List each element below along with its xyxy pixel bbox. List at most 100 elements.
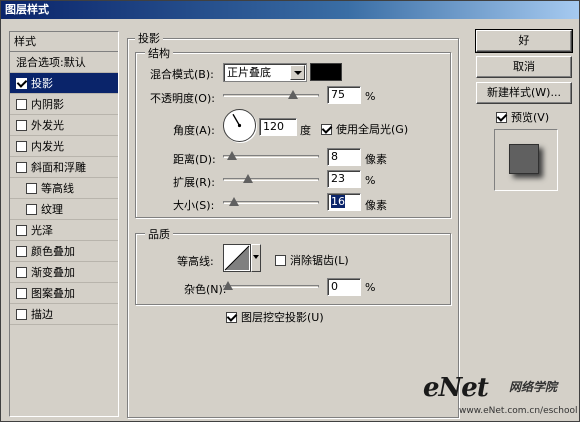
sidebar-item-label: 描边 xyxy=(31,308,53,321)
spread-input[interactable]: 23 xyxy=(327,170,361,188)
noise-slider-track xyxy=(223,285,319,288)
sidebar-item[interactable]: 颜色叠加 xyxy=(10,241,118,262)
quality-title: 品质 xyxy=(145,226,173,242)
global-light-label: 使用全局光(G) xyxy=(336,123,409,136)
preview-checkbox[interactable]: 预览(V) xyxy=(496,109,549,125)
sidebar-item-checkbox[interactable] xyxy=(16,99,27,110)
spread-unit: % xyxy=(365,174,376,187)
sidebar-item-checkbox[interactable] xyxy=(16,246,27,257)
sidebar-item[interactable]: 斜面和浮雕 xyxy=(10,157,118,178)
style-preview xyxy=(494,129,558,191)
sidebar-item-checkbox[interactable] xyxy=(26,183,37,194)
ok-button[interactable]: 好 xyxy=(475,29,573,53)
shadow-color-swatch[interactable] xyxy=(310,63,342,81)
sidebar-item-label: 纹理 xyxy=(41,203,63,216)
sidebar-item[interactable]: 内阴影 xyxy=(10,94,118,115)
chevron-down-icon xyxy=(253,255,259,259)
sidebar-item-label: 等高线 xyxy=(41,182,74,195)
opacity-slider-track xyxy=(223,94,319,97)
styles-list: 混合选项:默认投影内阴影外发光内发光斜面和浮雕等高线纹理光泽颜色叠加渐变叠加图案… xyxy=(10,52,118,325)
opacity-unit: % xyxy=(365,90,376,103)
sidebar-item[interactable]: 投影 xyxy=(10,73,118,94)
drop-shadow-title: 投影 xyxy=(135,30,163,46)
blend-mode-select[interactable]: 正片叠底 xyxy=(223,63,307,82)
sidebar-item[interactable]: 混合选项:默认 xyxy=(10,52,118,73)
distance-slider[interactable] xyxy=(223,151,319,163)
opacity-input[interactable]: 75 xyxy=(327,86,361,104)
sidebar-item-label: 混合选项:默认 xyxy=(16,56,86,69)
spread-slider-thumb[interactable] xyxy=(242,174,253,183)
noise-slider-thumb[interactable] xyxy=(223,281,233,290)
size-label: 大小(S): xyxy=(173,199,215,212)
sidebar-item-label: 颜色叠加 xyxy=(31,245,75,258)
sidebar-item-label: 斜面和浮雕 xyxy=(31,161,86,174)
contour-dropdown[interactable] xyxy=(251,244,261,272)
spread-slider[interactable] xyxy=(223,174,319,186)
sidebar-item-checkbox[interactable] xyxy=(16,141,27,152)
blend-mode-value: 正片叠底 xyxy=(227,66,271,79)
contour-picker[interactable] xyxy=(223,244,251,272)
size-unit: 像素 xyxy=(365,199,387,212)
contour-label: 等高线: xyxy=(177,255,214,268)
sidebar-item-checkbox[interactable] xyxy=(16,288,27,299)
sidebar-item-label: 内发光 xyxy=(31,140,64,153)
contour-linear-icon xyxy=(224,245,250,271)
chevron-down-icon[interactable] xyxy=(290,65,305,80)
sidebar-item-label: 投影 xyxy=(31,77,53,90)
preview-check[interactable] xyxy=(496,112,507,123)
distance-slider-track xyxy=(223,155,319,158)
sidebar-item-label: 渐变叠加 xyxy=(31,266,75,279)
size-input[interactable]: 16 xyxy=(327,193,361,211)
anti-alias-check[interactable] xyxy=(275,255,286,266)
structure-title: 结构 xyxy=(145,45,173,61)
sidebar-header: 样式 xyxy=(10,32,118,52)
global-light-checkbox[interactable]: 使用全局光(G) xyxy=(321,121,408,137)
window-title: 图层样式 xyxy=(1,1,579,19)
noise-label: 杂色(N): xyxy=(184,283,227,296)
sidebar-item-label: 外发光 xyxy=(31,119,64,132)
sidebar-item[interactable]: 渐变叠加 xyxy=(10,262,118,283)
angle-input[interactable]: 120 xyxy=(259,118,297,136)
sidebar-item-checkbox[interactable] xyxy=(16,309,27,320)
angle-dial[interactable] xyxy=(223,109,256,142)
sidebar-item-checkbox[interactable] xyxy=(16,78,27,89)
knockout-check[interactable] xyxy=(226,312,237,323)
size-slider[interactable] xyxy=(223,197,319,209)
quality-group xyxy=(135,233,451,305)
sidebar-item-checkbox[interactable] xyxy=(26,204,37,215)
size-slider-thumb[interactable] xyxy=(229,197,240,206)
distance-input[interactable]: 8 xyxy=(327,148,361,166)
noise-input[interactable]: 0 xyxy=(327,278,361,296)
opacity-slider[interactable] xyxy=(223,90,319,102)
sidebar-item-checkbox[interactable] xyxy=(16,225,27,236)
preview-swatch xyxy=(509,144,539,174)
watermark-cn: 网络学院 xyxy=(509,380,558,394)
sidebar-item[interactable]: 光泽 xyxy=(10,220,118,241)
sidebar-item[interactable]: 等高线 xyxy=(10,178,118,199)
anti-alias-checkbox[interactable]: 消除锯齿(L) xyxy=(275,252,349,268)
preview-label: 预览(V) xyxy=(511,111,550,124)
sidebar-item[interactable]: 外发光 xyxy=(10,115,118,136)
distance-slider-thumb[interactable] xyxy=(227,151,238,160)
sidebar-item-checkbox[interactable] xyxy=(16,267,27,278)
sidebar-item-label: 图案叠加 xyxy=(31,287,75,300)
global-light-check[interactable] xyxy=(321,124,332,135)
sidebar-item-checkbox[interactable] xyxy=(16,120,27,131)
spread-slider-track xyxy=(223,178,319,181)
sidebar-item[interactable]: 内发光 xyxy=(10,136,118,157)
noise-slider[interactable] xyxy=(223,281,319,293)
sidebar-item-checkbox[interactable] xyxy=(16,162,27,173)
knockout-checkbox[interactable]: 图层挖空投影(U) xyxy=(226,309,324,325)
blend-mode-label: 混合模式(B): xyxy=(150,68,214,81)
noise-unit: % xyxy=(365,281,376,294)
distance-label: 距离(D): xyxy=(173,153,216,166)
sidebar-item[interactable]: 纹理 xyxy=(10,199,118,220)
cancel-button[interactable]: 取消 xyxy=(476,56,572,78)
new-style-button[interactable]: 新建样式(W)... xyxy=(476,82,572,104)
sidebar-item[interactable]: 图案叠加 xyxy=(10,283,118,304)
sidebar-item[interactable]: 描边 xyxy=(10,304,118,325)
opacity-slider-thumb[interactable] xyxy=(287,90,298,99)
enet-logo: eNet xyxy=(423,373,489,403)
angle-unit: 度 xyxy=(300,124,311,137)
knockout-label: 图层挖空投影(U) xyxy=(241,311,324,324)
